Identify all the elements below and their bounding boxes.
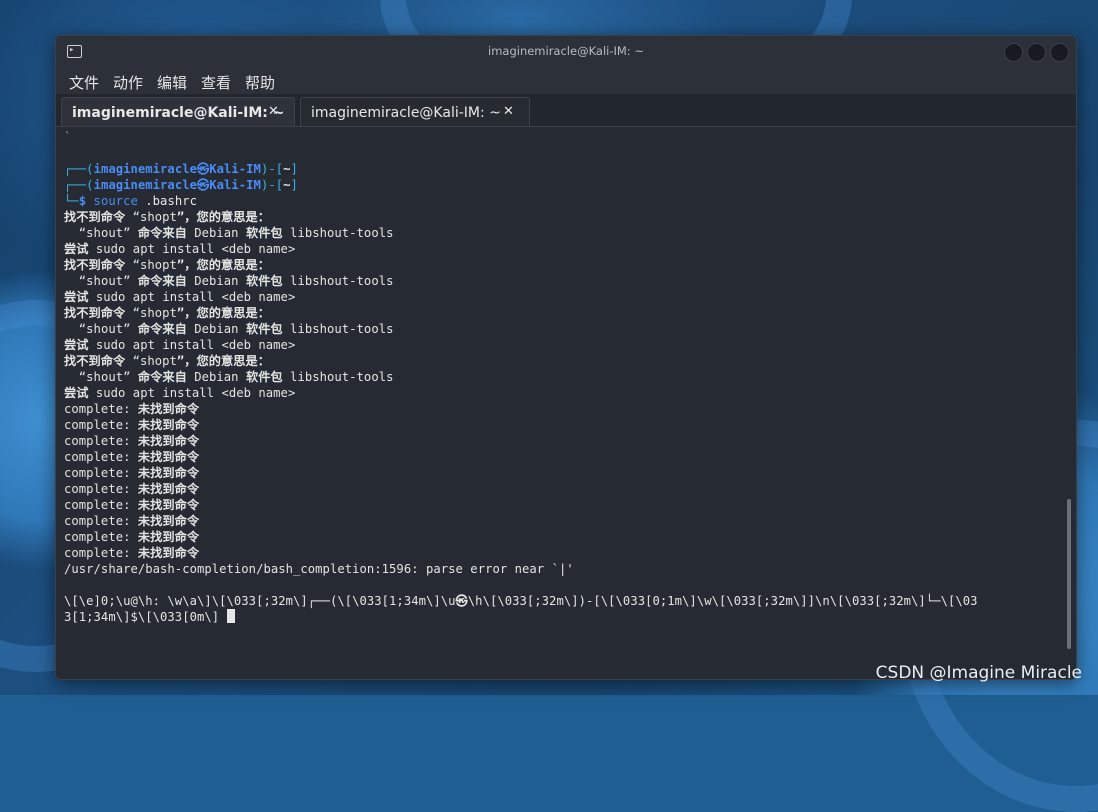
terminal-line: `: [64, 130, 72, 144]
terminal-output[interactable]: ` ┌──(imaginemiracle㉿Kali-IM)-[~] ┌──(imag…: [56, 127, 1066, 679]
tab-close-icon[interactable]: ✕: [503, 104, 514, 119]
tab-close-icon[interactable]: ✕: [268, 104, 279, 119]
menu-bar: 文件 动作 编辑 查看 帮助: [56, 68, 1076, 94]
terminal-line: ┌──(imaginemiracle㉿Kali-IM)-[~]: [64, 162, 298, 176]
terminal-line: 找不到命令 “shopt”，您的意思是：: [64, 210, 270, 224]
terminal-line: \[\e]0;\u@\h: \w\a\]\[\033[;32m\]┌──(\[\…: [64, 594, 978, 608]
terminal-line: 3[1;34m\]$\[\033[0m\]: [64, 609, 235, 625]
terminal-line: 找不到命令 “shopt”，您的意思是：: [64, 354, 270, 368]
terminal-line: “shout” 命令来自 Debian 软件包 libshout-tools: [78, 226, 394, 240]
terminal-line: 尝试 sudo apt install <deb name>: [64, 338, 296, 352]
terminal-line: complete: 未找到命令: [64, 498, 200, 512]
menu-view[interactable]: 查看: [201, 72, 231, 93]
terminal-line: /usr/share/bash-completion/bash_completi…: [64, 562, 574, 576]
watermark: CSDN @Imagine Miracle: [875, 663, 1082, 683]
text-cursor: [226, 609, 235, 623]
terminal-line: 尝试 sudo apt install <deb name>: [64, 290, 296, 304]
terminal-scrollbar[interactable]: [1067, 127, 1073, 679]
terminal-line: “shout” 命令来自 Debian 软件包 libshout-tools: [78, 370, 394, 384]
window-title: imaginemiracle@Kali-IM: ~: [488, 44, 644, 58]
terminal-line: 尝试 sudo apt install <deb name>: [64, 386, 296, 400]
maximize-button[interactable]: [1027, 43, 1046, 62]
terminal-line: complete: 未找到命令: [64, 466, 200, 480]
tab-label: imaginemiracle@Kali-IM: ~: [311, 105, 501, 121]
tab-label: imaginemiracle@Kali-IM: ~: [72, 105, 285, 121]
close-window-button[interactable]: [1050, 43, 1069, 62]
terminal-line: 找不到命令 “shopt”，您的意思是：: [64, 306, 270, 320]
tab-terminal-2[interactable]: imaginemiracle@Kali-IM: ~ ✕: [300, 97, 530, 126]
title-bar[interactable]: ▸ imaginemiracle@Kali-IM: ~: [56, 36, 1076, 68]
terminal-window: ▸ imaginemiracle@Kali-IM: ~ 文件 动作 编辑 查看 …: [55, 35, 1077, 680]
terminal-line: complete: 未找到命令: [64, 450, 200, 464]
terminal-line: └─$ source .bashrc: [64, 194, 197, 208]
menu-action[interactable]: 动作: [113, 72, 143, 93]
terminal-line: 找不到命令 “shopt”，您的意思是：: [64, 258, 270, 272]
terminal-line: complete: 未找到命令: [64, 434, 200, 448]
terminal-line: complete: 未找到命令: [64, 482, 200, 496]
minimize-button[interactable]: [1004, 43, 1023, 62]
terminal-line: “shout” 命令来自 Debian 软件包 libshout-tools: [78, 274, 394, 288]
terminal-line: ┌──(imaginemiracle㉿Kali-IM)-[~]: [64, 178, 298, 192]
terminal-line: complete: 未找到命令: [64, 514, 200, 528]
scrollbar-thumb[interactable]: [1067, 499, 1071, 649]
tab-terminal-1[interactable]: imaginemiracle@Kali-IM: ~ ✕: [61, 97, 295, 126]
terminal-line: complete: 未找到命令: [64, 402, 200, 416]
terminal-line: “shout” 命令来自 Debian 软件包 libshout-tools: [78, 322, 394, 336]
terminal-line: complete: 未找到命令: [64, 546, 200, 560]
terminal-line: complete: 未找到命令: [64, 418, 200, 432]
tab-bar: imaginemiracle@Kali-IM: ~ ✕ imaginemirac…: [56, 94, 1076, 127]
menu-edit[interactable]: 编辑: [157, 72, 187, 93]
menu-help[interactable]: 帮助: [245, 72, 275, 93]
terminal-line: 尝试 sudo apt install <deb name>: [64, 242, 296, 256]
menu-file[interactable]: 文件: [69, 72, 99, 93]
terminal-line: complete: 未找到命令: [64, 530, 200, 544]
